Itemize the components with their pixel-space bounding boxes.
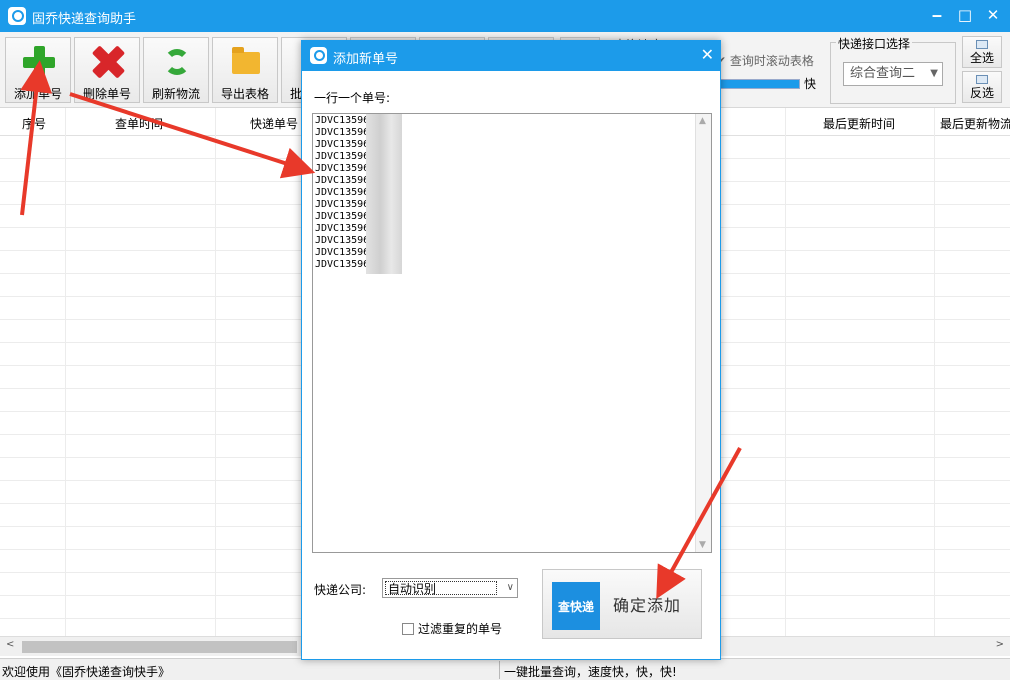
chevron-down-icon: ∨ bbox=[506, 582, 514, 593]
scroll-right-icon[interactable]: > bbox=[996, 639, 1004, 650]
column-header-index[interactable]: 序号 bbox=[22, 115, 46, 132]
api-select[interactable]: 综合查询二 ▼ bbox=[843, 62, 943, 86]
window-title: 固乔快递查询助手 bbox=[32, 12, 137, 27]
column-divider bbox=[65, 108, 66, 636]
tracking-number-line: JDVC13596 bbox=[315, 223, 370, 234]
minimize-button[interactable]: ‒ bbox=[925, 4, 949, 26]
tracking-number-line: JDVC13596 bbox=[315, 235, 370, 246]
select-all-button[interactable]: 全选 bbox=[962, 36, 1002, 68]
maximize-button[interactable]: □ bbox=[953, 4, 977, 26]
scroll-down-icon[interactable]: ▼ bbox=[699, 540, 706, 550]
status-bar: 欢迎使用《固乔快递查询快手》 一键批量查询，速度快，快，快! bbox=[0, 658, 1010, 680]
column-header-tracking-number[interactable]: 快递单号 bbox=[250, 115, 298, 132]
tracking-numbers-textarea[interactable]: JDVC13596 JDVC13596 JDVC13596 JDVC13596 JDVC… bbox=[312, 113, 712, 553]
tracking-number-line: JDVC13596 bbox=[315, 259, 370, 270]
delete-icon bbox=[91, 45, 126, 79]
scroll-up-icon[interactable]: ▲ bbox=[699, 116, 706, 126]
api-selection-label: 快递接口选择 bbox=[836, 35, 913, 52]
tracking-number-line: JDVC13596 bbox=[315, 199, 370, 210]
select-all-label: 全选 bbox=[969, 51, 994, 65]
column-divider bbox=[215, 108, 216, 636]
title-bar: 固乔快递查询助手 ‒ □ ✕ bbox=[0, 0, 1010, 32]
tracking-number-line: JDVC13596 bbox=[315, 247, 370, 258]
status-slogan: 一键批量查询，速度快，快，快! bbox=[504, 665, 677, 679]
column-header-last-update-time[interactable]: 最后更新时间 bbox=[823, 115, 895, 132]
column-header-last-logistics[interactable]: 最后更新物流 bbox=[940, 115, 1010, 132]
status-welcome: 欢迎使用《固乔快递查询快手》 bbox=[2, 665, 171, 679]
add-number-dialog: 添加新单号 ✕ 一行一个单号: JDVC13596 JDVC13596 JDVC13… bbox=[301, 40, 721, 660]
speed-slider[interactable] bbox=[718, 79, 800, 89]
plus-icon bbox=[23, 46, 55, 78]
scrollbar-thumb[interactable] bbox=[22, 641, 297, 653]
tracking-number-line: JDVC13596 bbox=[315, 175, 370, 186]
dialog-title-bar: 添加新单号 ✕ bbox=[302, 41, 720, 71]
status-divider bbox=[499, 661, 500, 679]
folder-icon bbox=[230, 46, 262, 78]
textarea-scrollbar[interactable]: ▲ ▼ bbox=[695, 114, 711, 552]
logo-text: 查快递 bbox=[557, 600, 594, 614]
invert-selection-icon bbox=[976, 75, 988, 84]
select-all-icon bbox=[976, 40, 988, 49]
confirm-add-label: 确定添加 bbox=[613, 596, 682, 615]
invert-selection-label: 反选 bbox=[969, 86, 994, 100]
export-table-button[interactable]: 导出表格 bbox=[212, 37, 278, 103]
tracking-number-line: JDVC13596 bbox=[315, 163, 370, 174]
column-divider bbox=[785, 108, 786, 636]
scroll-table-checkbox[interactable]: ✔ 查询时滚动表格 bbox=[716, 52, 814, 69]
dialog-logo-icon bbox=[310, 47, 327, 64]
tracking-number-line: JDVC13596 bbox=[315, 115, 370, 126]
tracking-number-line: JDVC13596 bbox=[315, 187, 370, 198]
scroll-left-icon[interactable]: < bbox=[6, 639, 14, 650]
refresh-logistics-button[interactable]: 刷新物流 bbox=[143, 37, 209, 103]
app-logo-icon bbox=[8, 7, 26, 25]
company-select-value: 自动识别 bbox=[385, 581, 497, 596]
export-table-label: 导出表格 bbox=[220, 87, 269, 101]
refresh-logistics-label: 刷新物流 bbox=[151, 87, 200, 101]
column-header-query-time[interactable]: 查单时间 bbox=[115, 115, 163, 132]
chevron-down-icon: ▼ bbox=[930, 68, 938, 79]
confirm-add-button[interactable]: 查快递 确定添加 bbox=[542, 569, 702, 639]
column-divider bbox=[934, 108, 935, 636]
instruction-label: 一行一个单号: bbox=[314, 91, 391, 105]
close-button[interactable]: ✕ bbox=[981, 4, 1005, 26]
tracking-number-line: JDVC13596 bbox=[315, 139, 370, 150]
dialog-close-icon[interactable]: ✕ bbox=[701, 45, 714, 64]
dialog-title: 添加新单号 bbox=[333, 52, 399, 67]
tracking-number-line: JDVC13596 bbox=[315, 211, 370, 222]
add-number-button[interactable]: 添加单号 bbox=[5, 37, 71, 103]
scroll-table-label: 查询时滚动表格 bbox=[729, 54, 814, 68]
filter-duplicates-label: 过滤重复的单号 bbox=[418, 622, 503, 636]
refresh-icon bbox=[161, 46, 193, 78]
tracking-number-line: JDVC13596 bbox=[315, 151, 370, 162]
filter-duplicates-checkbox[interactable]: 过滤重复的单号 bbox=[402, 620, 502, 637]
checkbox-box[interactable] bbox=[402, 623, 414, 635]
tracking-number-line: JDVC13596 bbox=[315, 127, 370, 138]
company-label: 快递公司: bbox=[314, 583, 367, 597]
api-select-value: 综合查询二 bbox=[850, 66, 916, 81]
fast-label: 快 bbox=[804, 77, 817, 91]
add-number-label: 添加单号 bbox=[13, 87, 62, 101]
delete-number-label: 删除单号 bbox=[82, 87, 131, 101]
tracking-numbers-list: JDVC13596 JDVC13596 JDVC13596 JDVC13596 JDVC… bbox=[315, 115, 369, 271]
search-express-logo-icon: 查快递 bbox=[552, 582, 600, 630]
delete-number-button[interactable]: 删除单号 bbox=[74, 37, 140, 103]
invert-selection-button[interactable]: 反选 bbox=[962, 71, 1002, 103]
redaction-blur bbox=[366, 114, 402, 274]
company-select[interactable]: 自动识别 ∨ bbox=[382, 578, 518, 598]
